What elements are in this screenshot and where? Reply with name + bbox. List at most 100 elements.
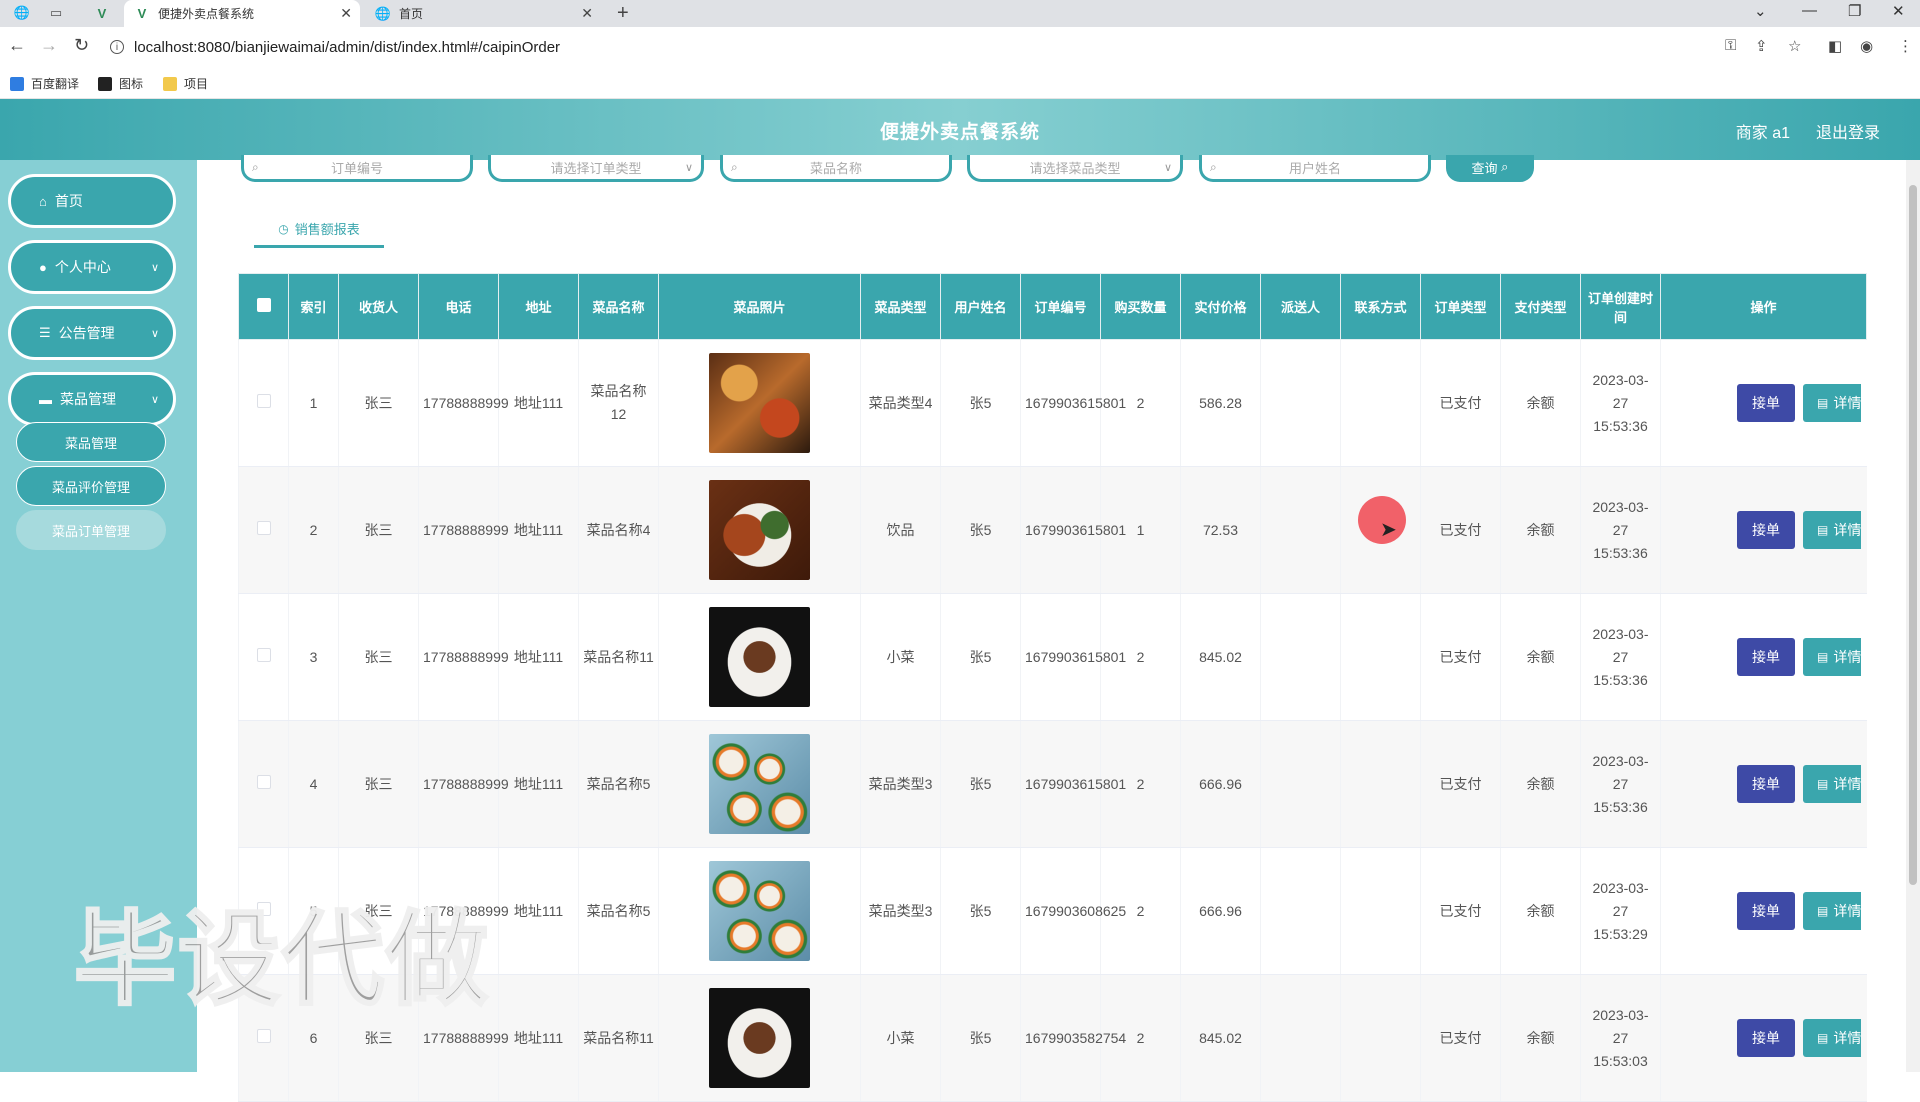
profile-icon[interactable]: ◉ [1860, 37, 1873, 55]
tab-title: 便捷外卖点餐系统 [158, 7, 255, 21]
scrollbar-thumb[interactable] [1909, 185, 1917, 885]
cell-user: 张5 [940, 974, 1021, 1102]
cell-photo [658, 593, 861, 721]
star-icon[interactable]: ☆ [1788, 37, 1801, 55]
column-header: 操作 [1660, 273, 1867, 340]
cell-user: 张5 [940, 847, 1021, 975]
accept-button[interactable]: 接单 [1737, 892, 1795, 930]
mouse-cursor-icon: ➤ [1380, 519, 1397, 541]
sidebar-item-profile[interactable]: ● 个人中心 ∨ [8, 240, 176, 294]
address-bar: ← → ↻ i localhost:8080/bianjiewaimai/adm… [0, 27, 1920, 69]
cell-dish: 菜品名称5 [578, 720, 659, 848]
cell-phone: 17788888999 [418, 720, 509, 848]
detail-button[interactable]: ▤ 详情 [1803, 765, 1861, 803]
cell-contact [1340, 593, 1421, 721]
reload-icon[interactable]: ↻ [74, 35, 89, 56]
close-icon[interactable]: ✕ [340, 5, 352, 22]
cell-price: 586.28 [1180, 339, 1261, 467]
row-checkbox[interactable] [256, 647, 271, 662]
chevron-down-icon: ∨ [1163, 161, 1172, 174]
accept-button[interactable]: 接单 [1737, 1019, 1795, 1057]
dish-name-input[interactable]: ⌕ 菜品名称 [720, 155, 952, 182]
restore-icon[interactable]: ❐ [1848, 2, 1861, 20]
sidepanel-icon[interactable]: ◧ [1828, 37, 1842, 55]
cell-courier [1260, 720, 1341, 848]
order-type-select[interactable]: 请选择订单类型 ∨ [488, 155, 704, 182]
new-tab-icon[interactable]: + [617, 2, 629, 25]
cell-photo [658, 339, 861, 467]
cell-order-no: 1679903615801 [1020, 339, 1126, 467]
bookmark-item[interactable]: 图标 [98, 75, 143, 92]
browser-tab-active[interactable]: V 便捷外卖点餐系统 ✕ [124, 0, 360, 27]
accept-button[interactable]: 接单 [1737, 511, 1795, 549]
cell-price: 72.53 [1180, 466, 1261, 594]
sidebar-sub-dish-review[interactable]: 菜品评价管理 [16, 466, 166, 506]
dish-photo [709, 734, 810, 834]
detail-button[interactable]: ▤ 详情 [1803, 892, 1861, 930]
sidebar-sub-dish-order[interactable]: 菜品订单管理 [16, 510, 166, 550]
logout-button[interactable]: 退出登录 [1816, 119, 1880, 143]
column-header: 派送人 [1260, 273, 1341, 340]
url-input[interactable]: i localhost:8080/bianjiewaimai/admin/dis… [110, 34, 1710, 60]
bookmark-item[interactable]: 项目 [163, 75, 208, 92]
detail-button[interactable]: ▤ 详情 [1803, 384, 1861, 422]
dish-photo [709, 861, 810, 961]
minimize-icon[interactable]: — [1802, 2, 1817, 19]
close-icon[interactable]: ✕ [581, 5, 593, 22]
accept-button[interactable]: 接单 [1737, 384, 1795, 422]
accept-button[interactable]: 接单 [1737, 638, 1795, 676]
detail-button[interactable]: ▤ 详情 [1803, 1019, 1861, 1057]
vue-icon[interactable]: V [92, 4, 112, 22]
back-icon[interactable]: ← [8, 35, 26, 56]
document-icon: ▤ [1817, 522, 1829, 537]
share-icon[interactable]: ⇪ [1755, 37, 1768, 55]
tab-sales-report[interactable]: ◷ 销售额报表 [254, 212, 384, 248]
sidebar-item-notice[interactable]: ☰ 公告管理 ∨ [8, 306, 176, 360]
forward-icon[interactable]: → [40, 35, 58, 56]
cell-order-type: 已支付 [1420, 466, 1501, 594]
order-no-input[interactable]: ⌕ 订单编号 [241, 155, 473, 182]
browser-tab[interactable]: 🌐 首页 ✕ [365, 0, 601, 27]
detail-button[interactable]: ▤ 详情 [1803, 638, 1861, 676]
cell-address: 地址111 [498, 720, 579, 848]
row-checkbox[interactable] [256, 520, 271, 535]
vue-favicon-icon: V [137, 6, 147, 21]
column-header: 菜品类型 [860, 273, 941, 340]
cell-phone: 17788888999 [418, 466, 509, 594]
user-name-input[interactable]: ⌕ 用户姓名 [1199, 155, 1431, 182]
cell-receiver: 张三 [338, 466, 419, 594]
cell-created: 2023-03-27 15:53:03 [1580, 974, 1661, 1102]
row-checkbox[interactable] [256, 393, 271, 408]
current-user: 商家 a1 [1735, 125, 1790, 142]
search-icon: ⌕ [1501, 159, 1509, 174]
cell-dish-type: 菜品类型4 [860, 339, 941, 467]
select-all-checkbox[interactable] [256, 298, 271, 312]
sidebar-item-home[interactable]: ⌂ 首页 [8, 174, 176, 228]
accept-button[interactable]: 接单 [1737, 765, 1795, 803]
info-icon[interactable]: i [110, 40, 124, 54]
row-checkbox[interactable] [256, 1028, 271, 1043]
query-button[interactable]: 查询 ⌕ [1446, 155, 1534, 182]
dish-type-select[interactable]: 请选择菜品类型 ∨ [967, 155, 1183, 182]
page-scrollbar[interactable] [1906, 160, 1920, 1072]
column-header: 实付价格 [1180, 273, 1261, 340]
cell-actions: 接单 ▤ 详情 [1660, 466, 1867, 594]
cell-created: 2023-03-27 15:53:29 [1580, 847, 1661, 975]
detail-button[interactable]: ▤ 详情 [1803, 511, 1861, 549]
bookmark-item[interactable]: 百度翻译 [10, 75, 79, 92]
menu-icon[interactable]: ⋮ [1898, 37, 1913, 55]
cell-index: 3 [288, 593, 339, 721]
chevron-down-icon[interactable]: ⌄ [1754, 2, 1767, 20]
sidebar-item-dishes[interactable]: ▬ 菜品管理 ∨ [8, 372, 176, 426]
globe-icon[interactable]: 🌐 [12, 4, 32, 22]
sidebar-sub-dish-manage[interactable]: 菜品管理 [16, 422, 166, 462]
window-close-icon[interactable]: ✕ [1892, 2, 1905, 20]
row-checkbox[interactable] [256, 774, 271, 789]
bookmarks-bar: 百度翻译 图标 项目 [0, 69, 1920, 99]
folder-icon [163, 76, 177, 91]
column-header: 订单编号 [1020, 273, 1101, 340]
browser-tab-strip: 🌐 ▭ V V 便捷外卖点餐系统 ✕ 🌐 首页 ✕ + ⌄ — ❐ ✕ [0, 0, 1920, 27]
blank-tab-icon[interactable]: ▭ [46, 4, 66, 22]
key-icon[interactable]: ⚿ [1725, 37, 1736, 54]
table-row: 4 张三 17788888999 地址111 菜品名称5 菜品类型3 张5 167990361… [238, 720, 1867, 848]
